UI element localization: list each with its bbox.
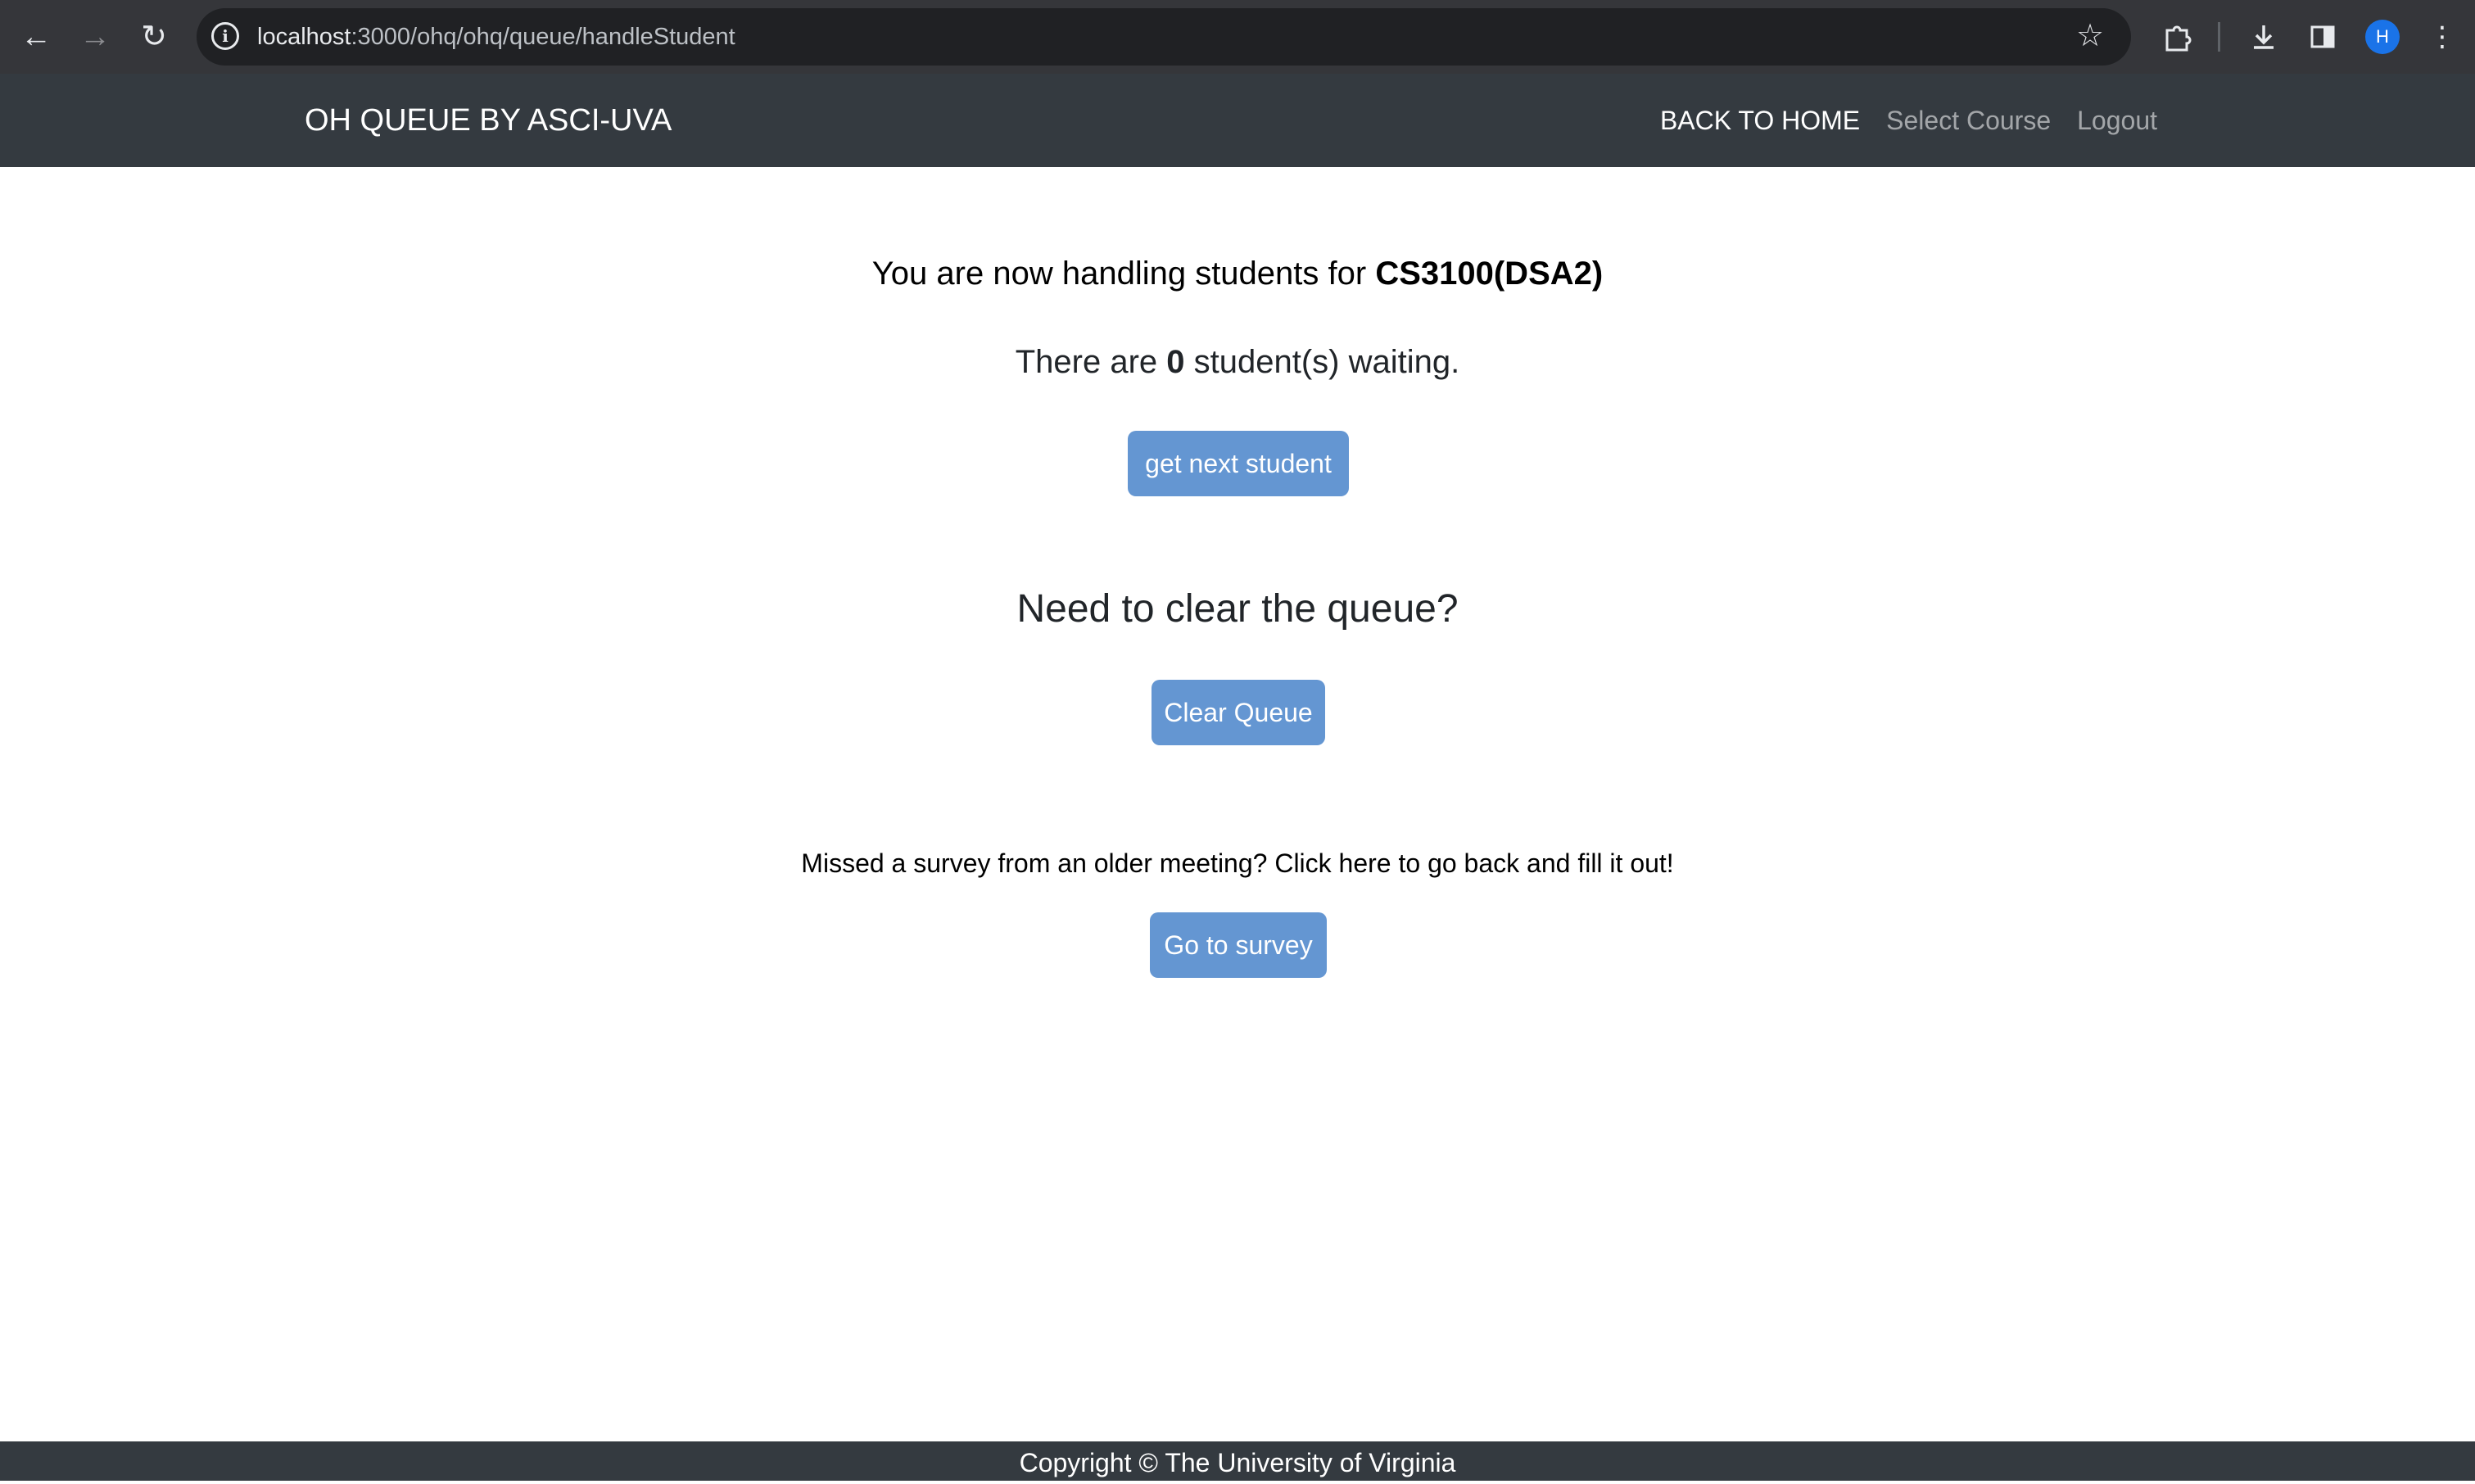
survey-prompt: Missed a survey from an older meeting? C…: [801, 848, 1674, 878]
clear-queue-button[interactable]: Clear Queue: [1152, 680, 1325, 745]
handling-message: You are now handling students for CS3100…: [871, 256, 1604, 292]
nav-select-course[interactable]: Select Course: [1886, 106, 2051, 136]
info-icon[interactable]: i: [211, 22, 239, 50]
get-next-student-button[interactable]: get next student: [1128, 431, 1349, 496]
kebab-menu-icon[interactable]: ⋮: [2419, 14, 2465, 60]
nav-links: BACK TO HOME Select Course Logout: [1660, 74, 2157, 167]
go-to-survey-button[interactable]: Go to survey: [1150, 912, 1327, 978]
back-arrow-icon[interactable]: ←: [13, 14, 59, 60]
forward-arrow-icon[interactable]: →: [72, 14, 118, 60]
browser-toolbar: ← → ↻ i localhost:3000/ohq/ohq/queue/han…: [0, 0, 2475, 74]
clear-queue-heading: Need to clear the queue?: [1016, 587, 1459, 631]
waiting-count: 0: [1166, 344, 1185, 380]
toolbar-separator: [2218, 22, 2220, 52]
url-text[interactable]: localhost:3000/ohq/ohq/queue/handleStude…: [257, 8, 735, 66]
download-icon[interactable]: [2241, 14, 2287, 60]
waiting-message: There are 0 student(s) waiting.: [1015, 344, 1460, 380]
side-panel-icon[interactable]: [2300, 14, 2346, 60]
brand-title[interactable]: OH QUEUE BY ASCI-UVA: [305, 74, 672, 167]
profile-avatar[interactable]: H: [2365, 20, 2400, 54]
address-bar[interactable]: i localhost:3000/ohq/ohq/queue/handleStu…: [197, 8, 2131, 66]
site-navbar: OH QUEUE BY ASCI-UVA BACK TO HOME Select…: [0, 74, 2475, 167]
main-content: You are now handling students for CS3100…: [0, 167, 2475, 1441]
footer: Copyright © The University of Virginia: [0, 1441, 2475, 1481]
star-icon[interactable]: ☆: [2072, 18, 2108, 54]
puzzle-icon[interactable]: [2154, 14, 2200, 60]
reload-icon[interactable]: ↻: [131, 14, 177, 60]
course-name: CS3100(DSA2): [1375, 256, 1604, 292]
nav-logout[interactable]: Logout: [2077, 106, 2157, 136]
nav-back-to-home[interactable]: BACK TO HOME: [1660, 106, 1860, 136]
